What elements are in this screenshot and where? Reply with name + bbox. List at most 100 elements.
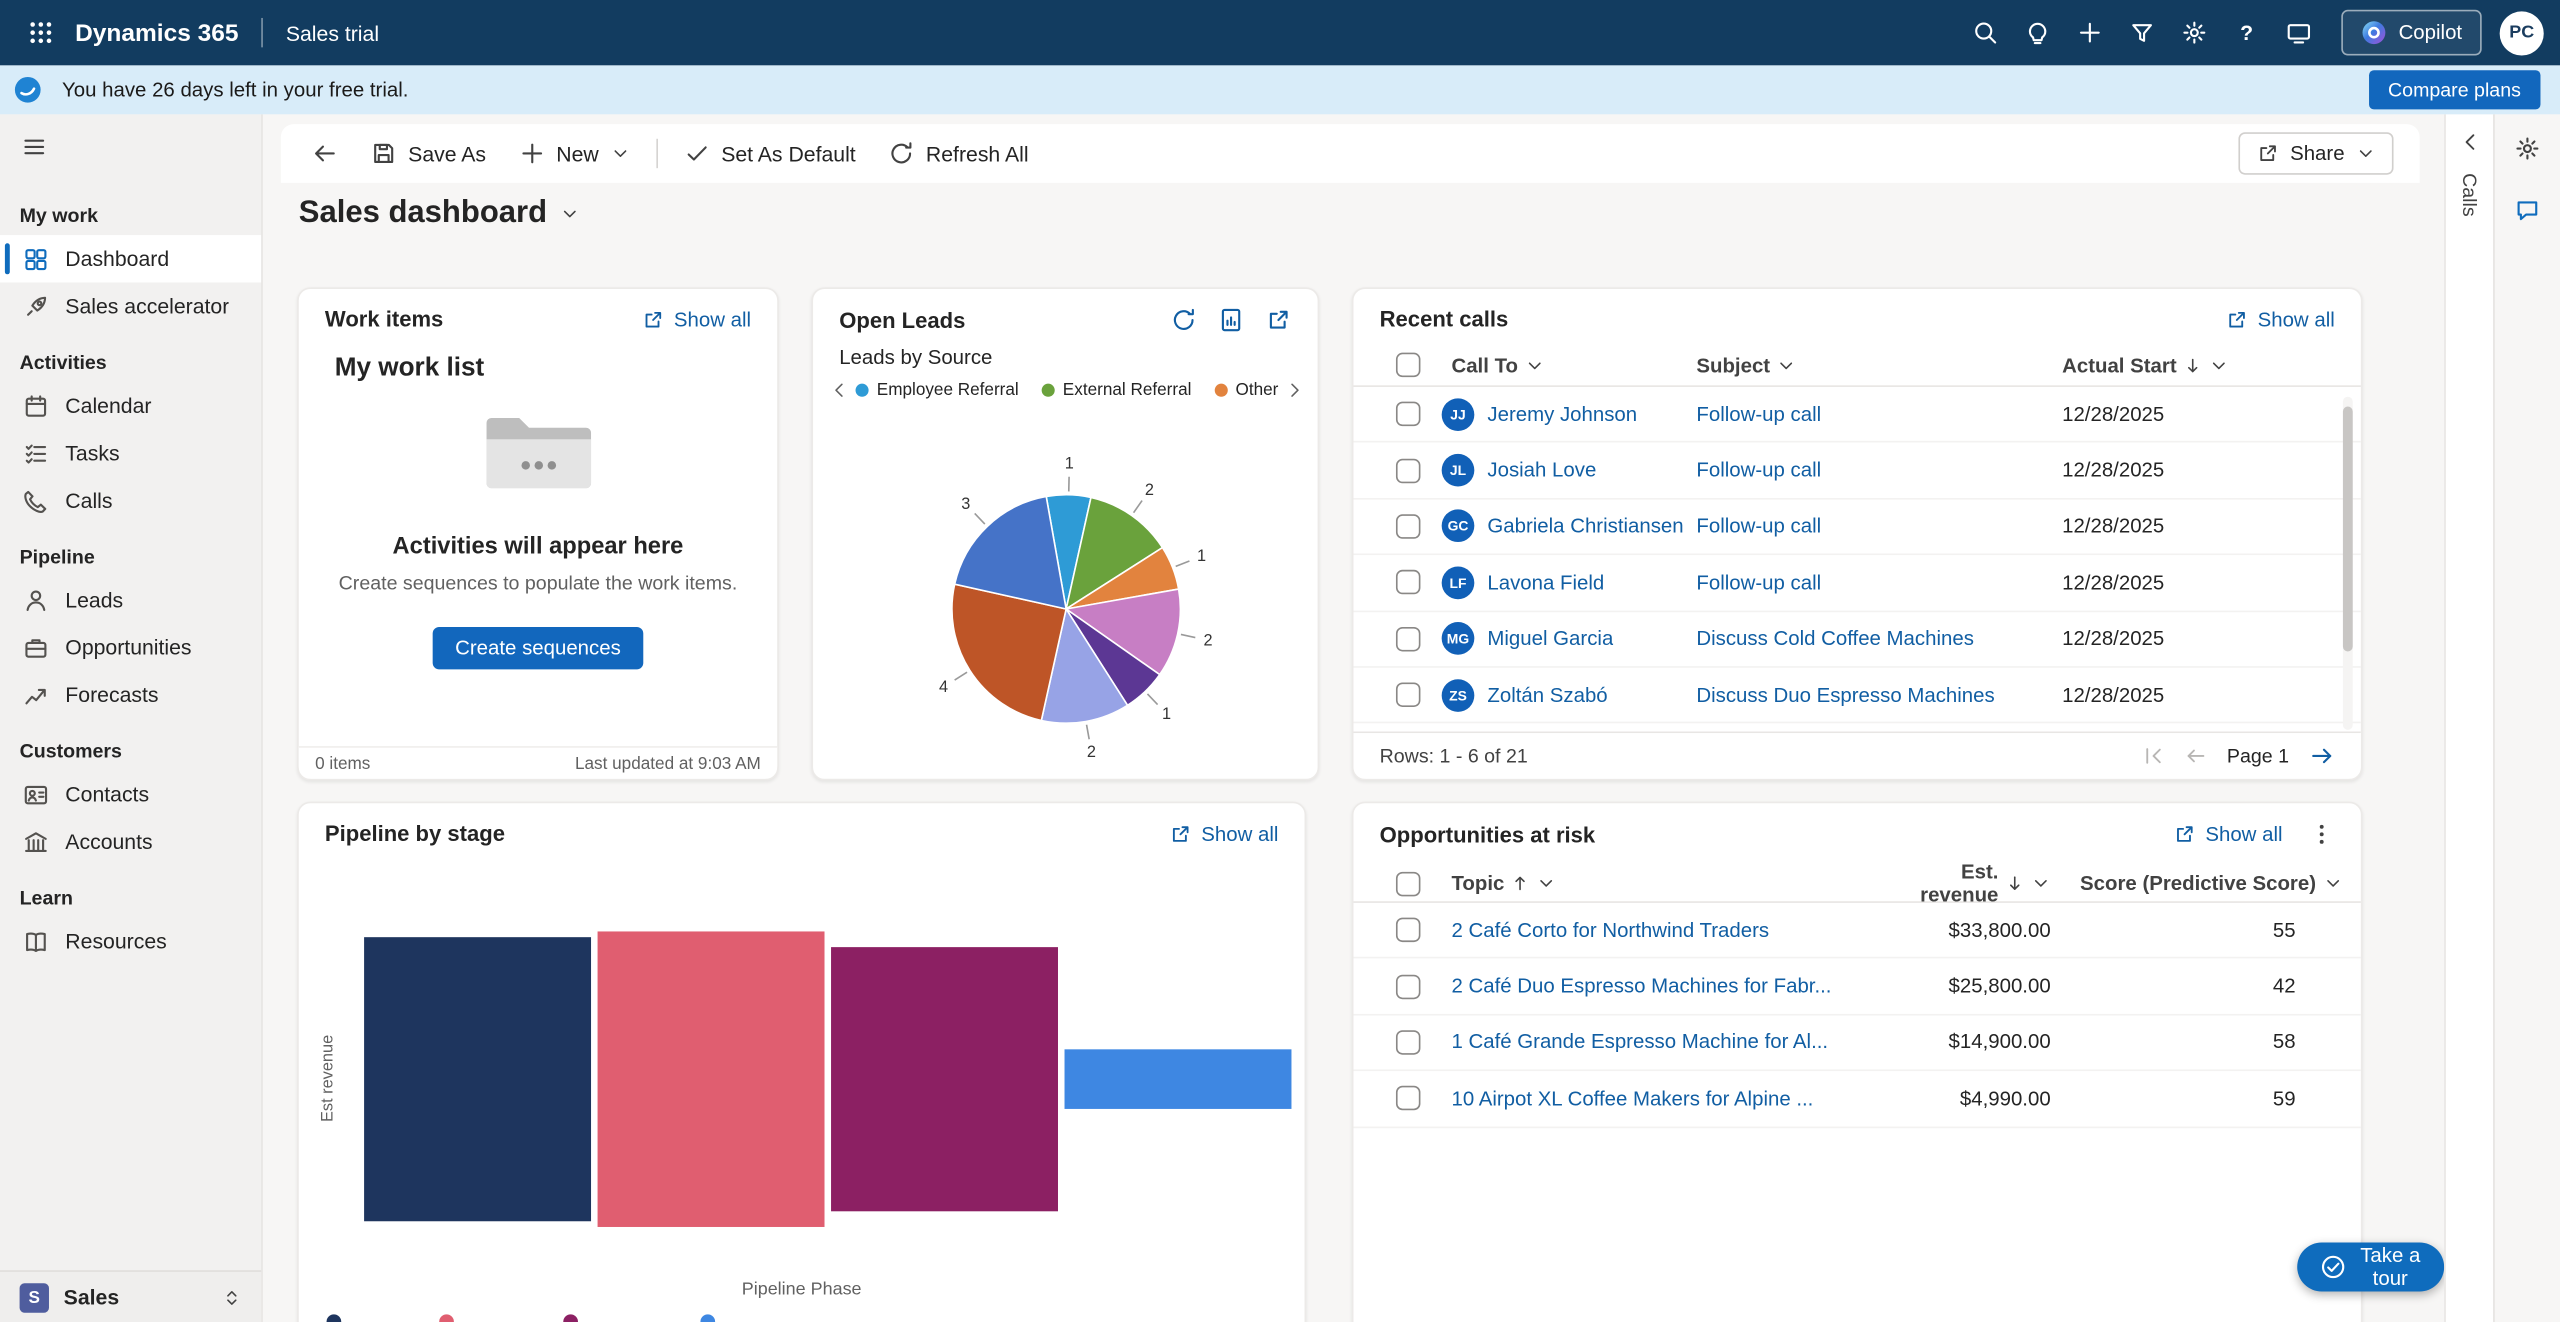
rail-settings-button[interactable] [2506,127,2548,169]
copilot-button[interactable]: Copilot [2341,10,2481,56]
subject-link[interactable]: Discuss Duo Espresso Machines [1696,684,1994,707]
column-header-est-revenue[interactable]: Est. revenue [1887,860,2050,906]
back-button[interactable] [297,131,353,177]
pipeline-show-all-link[interactable]: Show all [1169,822,1279,845]
row-checkbox[interactable] [1396,918,1420,942]
column-header-subject[interactable]: Subject [1696,353,2062,376]
refresh-all-button[interactable]: Refresh All [874,131,1044,177]
sidebar-toggle-button[interactable] [10,122,59,171]
legend-next-button[interactable] [1285,380,1305,400]
column-header-call-to[interactable]: Call To [1442,353,1697,376]
select-all-checkbox[interactable] [1396,353,1420,377]
opportunity-row[interactable]: 2 Café Corto for Northwind Traders$33,80… [1354,903,2361,959]
topic-link[interactable]: 2 Café Corto for Northwind Traders [1451,919,1769,942]
recent-call-row[interactable]: GCGabriela ChristiansenFollow-up call12/… [1354,499,2361,555]
opportunity-row[interactable]: 2 Café Duo Espresso Machines for Fabr...… [1354,959,2361,1015]
next-page-button[interactable] [2309,743,2335,769]
sidebar-item-opportunities[interactable]: Opportunities [0,624,261,671]
subject-link[interactable]: Follow-up call [1696,403,1821,426]
scrollbar-thumb[interactable] [2343,407,2353,652]
topic-link[interactable]: 2 Café Duo Espresso Machines for Fabr... [1451,975,1831,998]
view-records-button[interactable] [1218,307,1244,333]
row-checkbox[interactable] [1396,402,1420,426]
recent-calls-show-all-link[interactable]: Show all [2225,308,2335,331]
call-to-link[interactable]: Josiah Love [1487,459,1596,482]
column-header-score[interactable]: Score (Predictive Score) [2051,872,2361,895]
call-to-link[interactable]: Lavona Field [1487,571,1604,594]
account-avatar[interactable]: PC [2500,11,2544,55]
expand-pane-button[interactable] [2458,131,2481,154]
row-checkbox[interactable] [1396,514,1420,538]
recent-call-row[interactable]: LFLavona FieldFollow-up call12/28/2025 [1354,555,2361,611]
row-checkbox[interactable] [1396,974,1420,998]
call-to-link[interactable]: Gabriela Christiansen [1487,515,1683,538]
recent-call-row[interactable]: ZSZoltán SzabóDiscuss Duo Espresso Machi… [1354,668,2361,724]
sidebar-nav: My workDashboardSales acceleratorActivit… [0,183,261,1270]
dashboard-selector-button[interactable] [560,204,580,224]
topic-link[interactable]: 10 Airpot XL Coffee Makers for Alpine ..… [1451,1087,1813,1110]
more-options-button[interactable] [2309,821,2335,847]
compare-plans-button[interactable]: Compare plans [2368,70,2540,109]
select-all-checkbox[interactable] [1396,871,1420,895]
settings-button[interactable] [2170,8,2219,57]
rows-summary: Rows: 1 - 6 of 21 [1380,745,1528,768]
first-page-button[interactable] [2142,745,2165,768]
sidebar-item-forecasts[interactable]: Forecasts [0,671,261,718]
column-header-actual-start[interactable]: Actual Start [2062,353,2361,376]
sidebar-item-resources[interactable]: Resources [0,918,261,965]
sidebar-item-dashboard[interactable]: Dashboard [0,235,261,282]
row-checkbox[interactable] [1396,627,1420,651]
call-to-link[interactable]: Miguel Garcia [1487,627,1613,650]
sidebar-item-accounts[interactable]: Accounts [0,818,261,865]
row-checkbox[interactable] [1396,1086,1420,1110]
recent-call-row[interactable]: JLJosiah LoveFollow-up call12/28/2025 [1354,443,2361,499]
opportunities-show-all-link[interactable]: Show all [2173,823,2283,846]
row-checkbox[interactable] [1396,683,1420,707]
expand-chart-button[interactable] [1265,307,1291,333]
ideas-button[interactable] [2013,8,2062,57]
brand-title[interactable]: Dynamics 365 [75,19,238,47]
filter-button[interactable] [2118,8,2167,57]
sidebar-item-calendar[interactable]: Calendar [0,382,261,429]
subject-link[interactable]: Follow-up call [1696,571,1821,594]
opportunity-row[interactable]: 1 Café Grande Espresso Machine for Al...… [1354,1015,2361,1071]
recent-call-row[interactable]: JJJeremy JohnsonFollow-up call12/28/2025 [1354,387,2361,443]
table-scrollbar[interactable] [2343,397,2353,730]
search-button[interactable] [1961,8,2010,57]
call-to-link[interactable]: Zoltán Szabó [1487,684,1607,707]
row-checkbox[interactable] [1396,458,1420,482]
subject-link[interactable]: Follow-up call [1696,459,1821,482]
previous-page-button[interactable] [2184,745,2207,768]
recent-call-row[interactable]: MGMiguel GarciaDiscuss Cold Coffee Machi… [1354,612,2361,668]
opportunity-row[interactable]: 10 Airpot XL Coffee Makers for Alpine ..… [1354,1071,2361,1127]
save-as-button[interactable]: Save As [356,131,501,177]
new-button[interactable]: New [504,131,644,177]
app-name[interactable]: Sales trial [286,20,379,44]
area-switcher[interactable]: S Sales [0,1270,261,1322]
share-button[interactable]: Share [2238,132,2394,174]
sidebar-item-contacts[interactable]: Contacts [0,771,261,818]
sidebar-item-leads[interactable]: Leads [0,576,261,623]
app-launcher-button[interactable] [16,8,65,57]
column-header-topic[interactable]: Topic [1442,872,1888,895]
help-button[interactable]: ? [2222,8,2271,57]
row-checkbox[interactable] [1396,1030,1420,1054]
take-a-tour-button[interactable]: Take a tour [2297,1242,2444,1291]
subject-link[interactable]: Discuss Cold Coffee Machines [1696,627,1974,650]
create-sequences-button[interactable]: Create sequences [432,627,643,669]
row-checkbox[interactable] [1396,570,1420,594]
set-as-default-button[interactable]: Set As Default [669,131,870,177]
subject-link[interactable]: Follow-up call [1696,515,1821,538]
refresh-chart-button[interactable] [1171,307,1197,333]
quick-create-button[interactable] [2065,8,2114,57]
topic-link[interactable]: 1 Café Grande Espresso Machine for Al... [1451,1031,1828,1054]
rail-copilot-chat-button[interactable] [2506,189,2548,231]
sidebar-item-tasks[interactable]: Tasks [0,429,261,476]
work-items-show-all-link[interactable]: Show all [641,308,751,331]
legend-prev-button[interactable] [829,380,849,400]
call-to-link[interactable]: Jeremy Johnson [1487,403,1637,426]
sidebar-item-calls[interactable]: Calls [0,477,261,524]
devices-button[interactable] [2274,8,2323,57]
pipeline-funnel-chart[interactable] [299,803,1308,1322]
sidebar-item-sales-accelerator[interactable]: Sales accelerator [0,282,261,329]
